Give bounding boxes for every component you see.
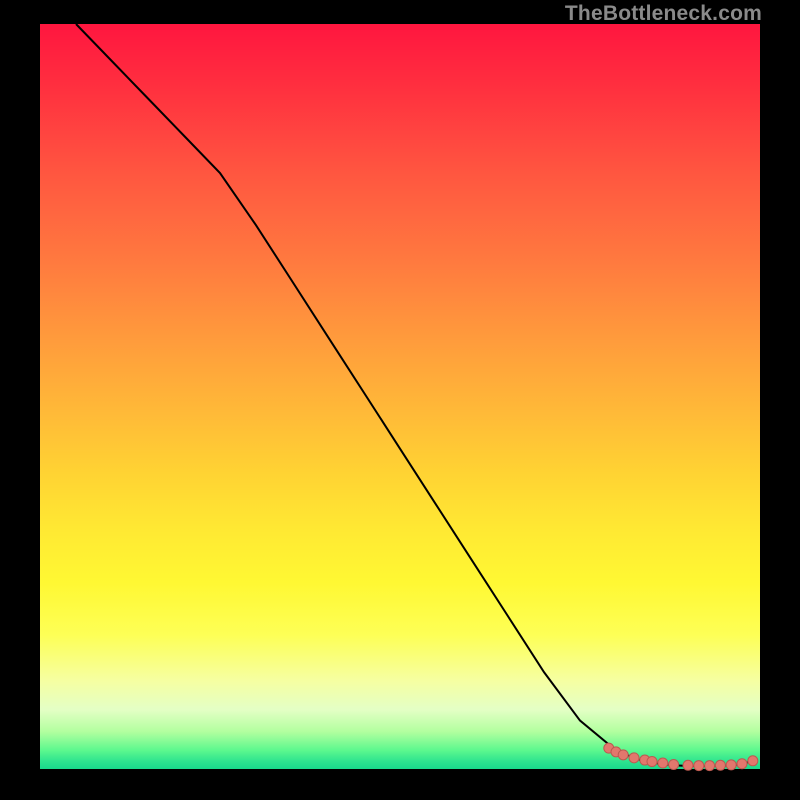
plot-area xyxy=(40,24,760,769)
curve-line xyxy=(76,24,756,766)
chart-svg xyxy=(40,24,760,769)
data-marker xyxy=(748,756,758,766)
data-marker xyxy=(629,753,639,763)
data-marker xyxy=(715,760,725,770)
data-marker xyxy=(737,759,747,769)
data-marker xyxy=(647,757,657,767)
data-marker xyxy=(683,760,693,770)
data-marker xyxy=(669,760,679,770)
data-marker xyxy=(618,750,628,760)
data-marker xyxy=(694,761,704,771)
attribution-label: TheBottleneck.com xyxy=(565,2,762,26)
data-marker xyxy=(726,760,736,770)
chart-frame: TheBottleneck.com xyxy=(0,0,800,800)
data-marker xyxy=(705,761,715,771)
data-marker xyxy=(658,758,668,768)
